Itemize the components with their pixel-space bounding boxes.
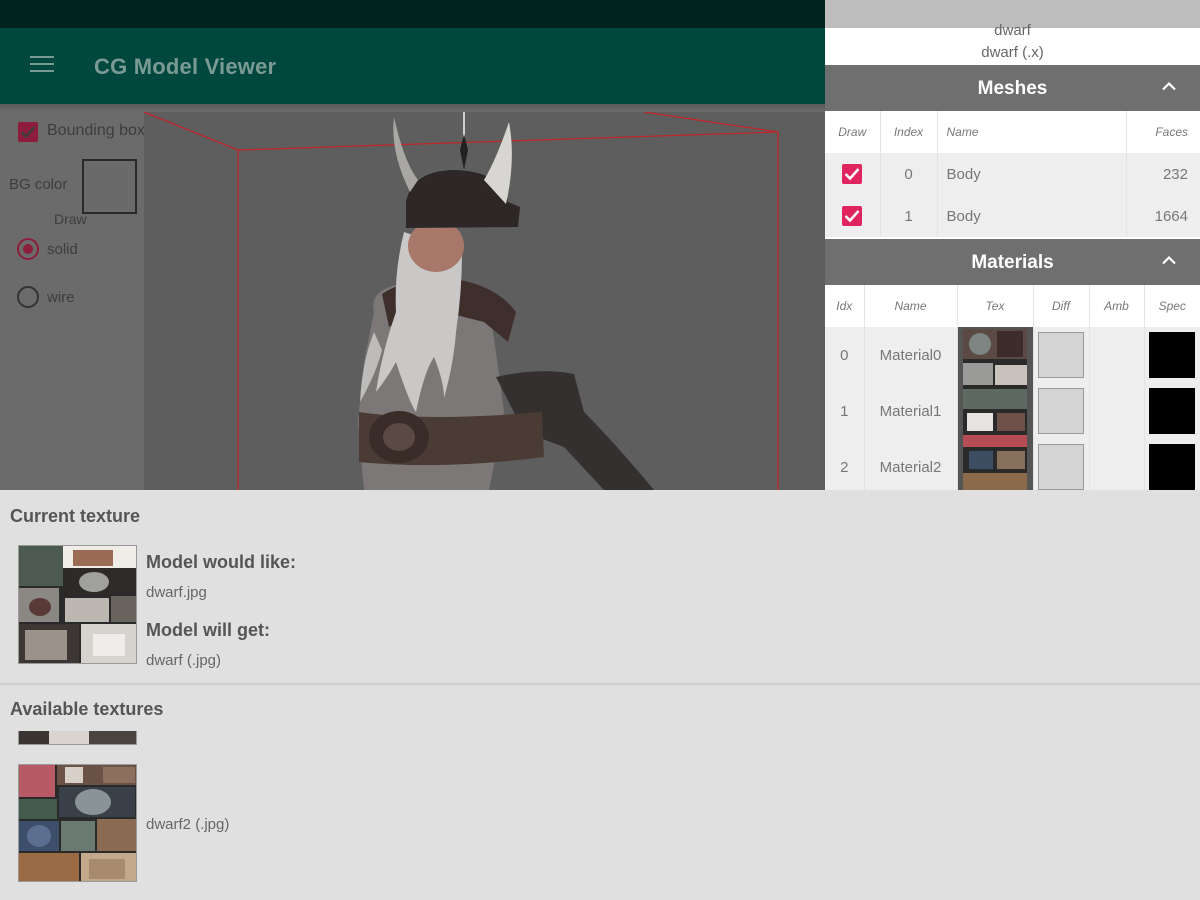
mesh-index: 0: [880, 153, 938, 195]
diffuse-color-swatch[interactable]: [1038, 332, 1084, 378]
material-index: 2: [825, 439, 865, 490]
material-texture-cell[interactable]: [957, 327, 1034, 490]
section-divider: [0, 683, 1200, 685]
materials-title: Materials: [971, 252, 1054, 273]
specular-color-swatch[interactable]: [1149, 332, 1196, 378]
model-file-name: dwarf: [994, 22, 1031, 39]
table-row: 0 Material0: [825, 327, 1200, 490]
diffuse-color-swatch[interactable]: [1038, 444, 1084, 490]
app-bar: CG Model Viewer: [0, 28, 825, 104]
column-header: Amb: [1089, 285, 1145, 327]
column-header: Name: [937, 111, 1127, 153]
material-index: 1: [825, 383, 865, 439]
app-title: CG Model Viewer: [94, 54, 277, 79]
model-viewport[interactable]: Bounding box BG color Draw solid wire: [0, 112, 825, 490]
render-canvas[interactable]: [144, 112, 825, 490]
bounding-box-checkbox[interactable]: [18, 122, 38, 142]
bounding-box-label: Bounding box: [47, 122, 145, 139]
mesh-index: 1: [880, 195, 938, 237]
meshes-section-header[interactable]: Meshes: [825, 65, 1200, 111]
table-row: 1 Body 1664: [825, 195, 1200, 237]
mesh-faces: 232: [1126, 153, 1200, 195]
chevron-up-icon[interactable]: [1162, 81, 1176, 91]
available-texture-thumbnail[interactable]: [18, 764, 137, 882]
draw-mode-label: Draw: [54, 211, 87, 227]
available-textures-heading: Available textures: [10, 699, 164, 719]
app-bar-shadow: [0, 104, 825, 112]
material-texture-thumbnail[interactable]: [963, 329, 1027, 490]
ambient-color-cell: [1089, 383, 1145, 439]
materials-section-header[interactable]: Materials: [825, 239, 1200, 285]
materials-table: Idx Name Tex Diff Amb Spec 0 Material0 1…: [825, 285, 1200, 490]
would-like-value: dwarf.jpg: [146, 584, 207, 601]
ambient-color-cell: [1089, 327, 1145, 383]
meshes-title: Meshes: [977, 78, 1048, 99]
model-info-drawer: dwarf dwarf (.x) Meshes Draw Index Name …: [825, 0, 1200, 490]
meshes-table: Draw Index Name Faces 0 Body 232 1 Body …: [825, 111, 1200, 237]
column-header: Tex: [957, 285, 1034, 327]
draw-solid-radio[interactable]: [17, 238, 39, 260]
diffuse-color-swatch[interactable]: [1038, 388, 1084, 434]
specular-color-swatch[interactable]: [1149, 444, 1196, 490]
would-like-label: Model would like:: [146, 552, 297, 572]
material-name: Material0: [864, 327, 958, 383]
current-texture-heading: Current texture: [10, 506, 141, 526]
meshes-header-row: Draw Index Name Faces: [825, 111, 1200, 153]
draw-solid-label: solid: [47, 241, 78, 258]
mesh-name: Body: [937, 195, 1127, 237]
material-name: Material2: [864, 439, 958, 490]
status-bar: [0, 0, 825, 28]
specular-color-swatch[interactable]: [1149, 388, 1196, 434]
mesh-name: Body: [937, 153, 1127, 195]
material-name: Material1: [864, 383, 958, 439]
bg-color-swatch[interactable]: [82, 159, 137, 214]
materials-header-row: Idx Name Tex Diff Amb Spec: [825, 285, 1200, 327]
hamburger-menu-icon[interactable]: [30, 56, 54, 74]
table-row: 0 Body 232: [825, 153, 1200, 195]
column-header: Diff: [1033, 285, 1090, 327]
column-header: Idx: [825, 285, 865, 327]
ambient-color-cell: [1089, 439, 1145, 490]
current-texture-thumbnail: [18, 545, 137, 664]
column-header: Index: [880, 111, 938, 153]
draw-wire-label: wire: [47, 289, 75, 306]
material-index: 0: [825, 327, 865, 383]
will-get-label: Model will get:: [146, 620, 270, 640]
mesh-faces: 1664: [1126, 195, 1200, 237]
mesh-draw-checkbox[interactable]: [842, 206, 863, 226]
available-texture-name[interactable]: dwarf2 (.jpg): [146, 816, 229, 833]
model-file-type: dwarf (.x): [981, 44, 1044, 61]
draw-wire-radio[interactable]: [17, 286, 39, 308]
texture-panel: Current texture Model would like: dwarf.…: [0, 490, 1200, 900]
column-header: Name: [864, 285, 958, 327]
chevron-up-icon[interactable]: [1162, 255, 1176, 265]
dwarf-model-render: [144, 112, 779, 490]
column-header: Draw: [825, 111, 881, 153]
mesh-draw-checkbox[interactable]: [842, 164, 863, 184]
available-texture-thumbnail-partial[interactable]: [18, 731, 137, 745]
column-header: Spec: [1144, 285, 1200, 327]
bg-color-label: BG color: [9, 176, 68, 193]
will-get-value: dwarf (.jpg): [146, 652, 222, 669]
column-header: Faces: [1126, 111, 1200, 153]
